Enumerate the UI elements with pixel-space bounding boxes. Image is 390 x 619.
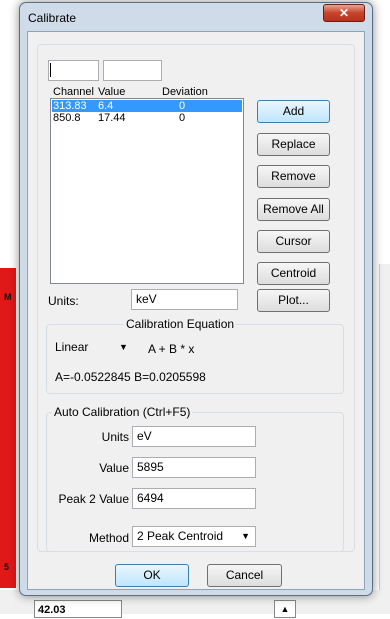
remove-button[interactable]: Remove	[257, 165, 330, 188]
text-cursor	[50, 63, 51, 77]
channel-input[interactable]	[48, 60, 99, 81]
background-marker-label: 5	[4, 562, 10, 572]
close-button[interactable]: ✕	[323, 4, 365, 22]
units-label: Units:	[48, 294, 79, 308]
column-header-value[interactable]: Value	[98, 86, 125, 98]
list-row-selected[interactable]: 313.83 6.4 0	[52, 100, 242, 112]
auto-units-input[interactable]: eV	[132, 426, 256, 447]
ok-button[interactable]: OK	[115, 564, 189, 587]
background-scrollbar	[379, 264, 390, 594]
peak2-value-label: Peak 2 Value	[58, 492, 130, 506]
remove-all-button[interactable]: Remove All	[257, 198, 330, 221]
cell-channel: 850.8	[53, 112, 81, 124]
centroid-button[interactable]: Centroid	[257, 262, 330, 285]
method-select-value: 2 Peak Centroid	[137, 529, 224, 543]
calibrate-dialog: Calibrate ✕ Channel Value Deviation 313.…	[19, 2, 373, 596]
cell-value: 17.44	[98, 112, 126, 124]
column-header-deviation[interactable]: Deviation	[162, 86, 208, 98]
units-input[interactable]: keV	[131, 289, 238, 310]
cursor-button[interactable]: Cursor	[257, 230, 330, 253]
equation-coefficients: A=-0.0522845 B=0.0205598	[55, 370, 206, 384]
plot-button[interactable]: Plot...	[257, 289, 330, 312]
cell-deviation: 0	[179, 112, 186, 124]
value-input[interactable]	[103, 60, 162, 81]
background-spin-up-icon[interactable]: ▲	[274, 600, 296, 618]
calibration-equation-title: Calibration Equation	[124, 317, 237, 331]
cell-channel: 313.83	[53, 100, 87, 112]
equation-type-select[interactable]: Linear ▼	[55, 337, 135, 358]
cell-value: 6.4	[98, 100, 114, 112]
chevron-down-icon: ▼	[241, 531, 250, 541]
replace-button[interactable]: Replace	[257, 133, 330, 156]
auto-value-label: Value	[99, 461, 129, 475]
chevron-down-icon: ▼	[119, 342, 128, 352]
dialog-client-area: Channel Value Deviation 313.83 6.4 0 850…	[27, 31, 365, 590]
close-icon: ✕	[338, 6, 350, 20]
auto-calibration-title: Auto Calibration (Ctrl+F5)	[52, 405, 193, 419]
add-button[interactable]: Add	[257, 100, 330, 123]
dialog-title: Calibrate	[28, 11, 77, 25]
list-row[interactable]: 850.8 17.44 0	[52, 112, 242, 124]
background-plot-area	[0, 268, 16, 588]
method-select[interactable]: 2 Peak Centroid ▼	[132, 526, 256, 547]
background-value-field[interactable]: 42.03	[34, 600, 122, 618]
title-bar[interactable]: Calibrate ✕	[20, 3, 372, 31]
background-marker-label: M	[4, 292, 12, 302]
equation-type-value: Linear	[55, 340, 89, 354]
column-header-channel[interactable]: Channel	[53, 86, 94, 98]
method-label: Method	[88, 531, 129, 545]
peak2-value-input[interactable]: 6494	[132, 488, 256, 509]
cell-deviation: 0	[179, 100, 186, 112]
auto-units-label: Units	[101, 430, 129, 444]
equation-formula: A + B * x	[148, 342, 195, 356]
cancel-button[interactable]: Cancel	[207, 564, 282, 587]
auto-value-input[interactable]: 5895	[132, 457, 256, 478]
calibration-points-list[interactable]: 313.83 6.4 0 850.8 17.44 0	[50, 98, 244, 284]
